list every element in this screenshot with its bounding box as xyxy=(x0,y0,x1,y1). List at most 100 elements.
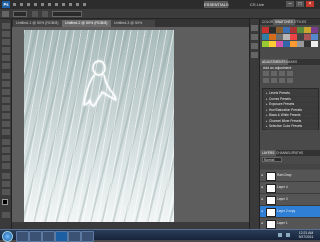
visibility-eye-icon[interactable]: ● xyxy=(261,173,265,177)
preset-item[interactable]: ▸Selective Color Presets xyxy=(266,124,318,130)
color-swatch[interactable] xyxy=(297,41,304,47)
color-swatch[interactable] xyxy=(311,27,318,33)
exposure-icon[interactable] xyxy=(287,71,293,76)
file-menu-icon[interactable] xyxy=(13,3,16,6)
quick-mask-icon[interactable] xyxy=(2,212,10,218)
minimize-icon[interactable]: – xyxy=(286,1,294,7)
color-swatch[interactable] xyxy=(290,34,297,40)
tab-styles[interactable]: STYLES xyxy=(292,19,308,25)
eyedropper-tool-icon[interactable] xyxy=(2,63,10,69)
lasso-tool-icon[interactable] xyxy=(2,39,10,45)
color-swatch[interactable] xyxy=(290,27,297,33)
image-menu-icon[interactable] xyxy=(27,3,30,6)
maximize-icon[interactable]: □ xyxy=(296,1,304,7)
crop-tool-icon[interactable] xyxy=(2,55,10,61)
document-tab[interactable]: Untitled-1 @ 50% (RGB/8) xyxy=(13,20,67,27)
blur-tool-icon[interactable] xyxy=(2,121,10,127)
move-tool-icon[interactable] xyxy=(2,23,10,29)
actions-panel-icon[interactable] xyxy=(251,34,258,40)
app-icon[interactable] xyxy=(81,231,94,242)
quick-select-tool-icon[interactable] xyxy=(2,47,10,53)
hue-saturation-icon[interactable] xyxy=(271,78,277,83)
brush-panel-icon[interactable] xyxy=(251,43,258,49)
black-white-icon[interactable] xyxy=(287,78,293,83)
3d-rotate-tool-icon[interactable] xyxy=(2,173,10,179)
system-clock[interactable]: 12:21 AM 9/27/2011 xyxy=(296,231,316,239)
photoshop-logo[interactable]: Ps xyxy=(2,1,10,8)
photoshop-taskbar-icon[interactable] xyxy=(55,231,68,242)
explorer-icon[interactable] xyxy=(16,231,29,242)
color-swatch[interactable] xyxy=(311,41,318,47)
option-toggle[interactable] xyxy=(32,11,38,17)
option-field[interactable] xyxy=(13,11,27,17)
dodge-tool-icon[interactable] xyxy=(2,129,10,135)
color-swatch[interactable] xyxy=(262,34,269,40)
history-panel-icon[interactable] xyxy=(251,25,258,31)
healing-brush-tool-icon[interactable] xyxy=(2,73,10,79)
canvas[interactable] xyxy=(24,30,174,224)
type-tool-icon[interactable] xyxy=(2,147,10,153)
option-field[interactable] xyxy=(52,11,82,17)
levels-icon[interactable] xyxy=(271,71,277,76)
zoom-tool-icon[interactable] xyxy=(2,189,10,195)
volume-icon[interactable] xyxy=(286,233,290,237)
clone-stamp-tool-icon[interactable] xyxy=(2,89,10,95)
hand-tool-icon[interactable] xyxy=(2,181,10,187)
visibility-eye-icon[interactable]: ● xyxy=(261,209,265,213)
layer-menu-icon[interactable] xyxy=(34,3,37,6)
history-brush-tool-icon[interactable] xyxy=(2,97,10,103)
curves-icon[interactable] xyxy=(279,71,285,76)
layer-row[interactable]: ● Layer 4 xyxy=(260,182,320,194)
color-swatch[interactable] xyxy=(297,27,304,33)
color-swatch[interactable] xyxy=(262,41,269,47)
color-swatch[interactable] xyxy=(269,27,276,33)
visibility-eye-icon[interactable]: ● xyxy=(261,185,265,189)
current-tool-icon[interactable] xyxy=(2,11,9,17)
analysis-menu-icon[interactable] xyxy=(55,3,58,6)
pen-tool-icon[interactable] xyxy=(2,139,10,145)
color-swatch[interactable] xyxy=(304,34,311,40)
document-tab-active[interactable]: Untitled-2 @ 50% (RGB/8) xyxy=(62,20,116,27)
color-swatch[interactable] xyxy=(304,27,311,33)
start-button-icon[interactable] xyxy=(2,231,13,242)
eraser-tool-icon[interactable] xyxy=(2,105,10,111)
edit-menu-icon[interactable] xyxy=(20,3,23,6)
color-swatch[interactable] xyxy=(283,27,290,33)
network-icon[interactable] xyxy=(278,233,282,237)
option-toggle[interactable] xyxy=(42,11,48,17)
layer-row[interactable]: ● Rain Drop xyxy=(260,170,320,182)
visibility-eye-icon[interactable]: ● xyxy=(261,221,265,225)
color-balance-icon[interactable] xyxy=(279,78,285,83)
color-swatch[interactable] xyxy=(276,27,283,33)
color-swatch[interactable] xyxy=(283,34,290,40)
cs-live-button[interactable]: CS Live xyxy=(250,1,264,8)
select-menu-icon[interactable] xyxy=(41,3,44,6)
character-panel-icon[interactable] xyxy=(251,52,258,58)
brightness-icon[interactable] xyxy=(263,71,269,76)
window-menu-icon[interactable] xyxy=(76,3,79,6)
path-selection-tool-icon[interactable] xyxy=(2,155,10,161)
color-swatch[interactable] xyxy=(283,41,290,47)
color-swatch[interactable] xyxy=(297,34,304,40)
foreground-color-swatch[interactable] xyxy=(2,199,8,205)
color-swatch[interactable] xyxy=(276,41,283,47)
close-icon[interactable]: × xyxy=(306,1,314,7)
color-swatch[interactable] xyxy=(269,41,276,47)
visibility-eye-icon[interactable]: ● xyxy=(261,197,265,201)
document-tab[interactable]: Untitled-3 @ 50% xyxy=(111,20,155,27)
shape-tool-icon[interactable] xyxy=(2,163,10,169)
3d-menu-icon[interactable] xyxy=(62,3,65,6)
color-swatch[interactable] xyxy=(304,41,311,47)
tab-masks[interactable]: MASKS xyxy=(284,59,299,65)
layer-row[interactable]: ● Layer 3 xyxy=(260,194,320,206)
filter-menu-icon[interactable] xyxy=(48,3,51,6)
view-menu-icon[interactable] xyxy=(69,3,72,6)
vibrance-icon[interactable] xyxy=(263,78,269,83)
tab-paths[interactable]: PATHS xyxy=(291,150,305,156)
color-swatch[interactable] xyxy=(276,34,283,40)
media-player-icon[interactable] xyxy=(42,231,55,242)
help-menu-icon[interactable] xyxy=(83,3,86,6)
blend-mode-select[interactable]: Normal xyxy=(262,157,282,162)
color-swatch[interactable] xyxy=(311,34,318,40)
gradient-tool-icon[interactable] xyxy=(2,113,10,119)
